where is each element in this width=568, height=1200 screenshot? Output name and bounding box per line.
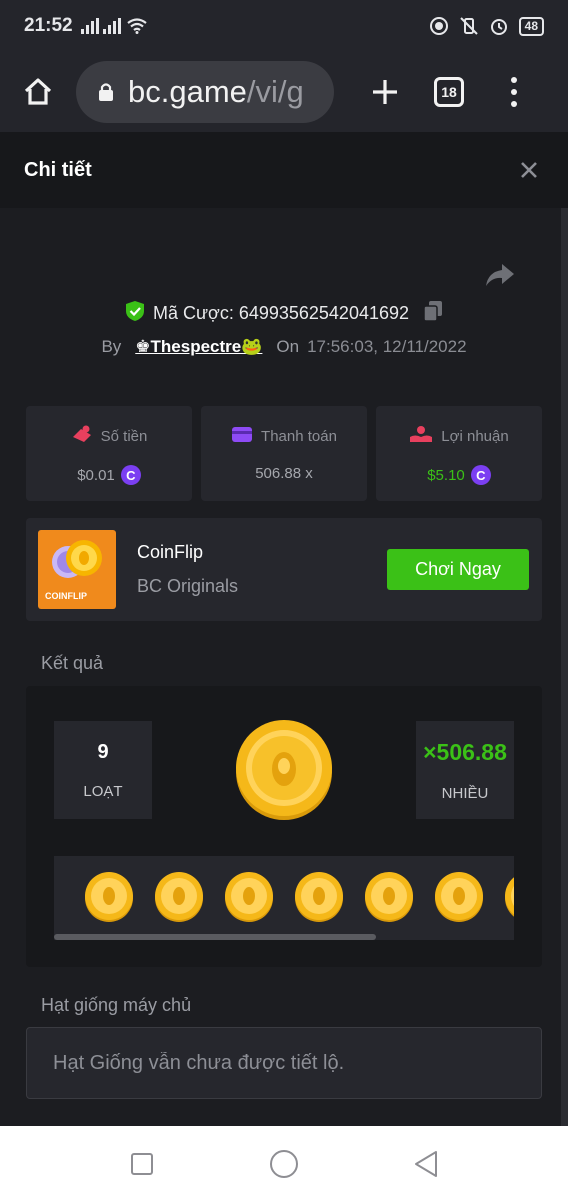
stat-label: Thanh toán [261, 427, 337, 445]
stat-card-amount: Số tiền $0.01 C [26, 406, 192, 501]
screen-record-icon [429, 16, 449, 36]
stat-value: $5.10 [427, 466, 465, 484]
result-coin-icon [236, 720, 332, 820]
strip-scrollbar[interactable] [54, 934, 376, 940]
series-value: 9 [97, 741, 109, 763]
small-coin-icon [435, 872, 483, 922]
system-nav-bar [0, 1126, 568, 1200]
vibrate-off-icon [459, 16, 479, 36]
game-thumbnail[interactable]: COINFLIP [38, 530, 116, 609]
stat-value: 506.88 x [255, 465, 313, 482]
back-button[interactable] [410, 1148, 442, 1180]
username-link[interactable]: ♚Thespectre🐸 [135, 337, 262, 357]
status-time: 21:52 [24, 15, 73, 36]
square-icon [131, 1153, 153, 1175]
small-coin-icon [155, 872, 203, 922]
small-coin-icon [85, 872, 133, 922]
stat-label: Lợi nhuận [441, 427, 509, 445]
stat-card-payout: Thanh toán 506.88 x [201, 406, 367, 501]
tab-switcher-button[interactable]: 18 [434, 77, 464, 107]
game-card: COINFLIP CoinFlip BC Originals Chơi Ngay [26, 518, 542, 621]
server-seed-field[interactable] [26, 1027, 542, 1099]
stat-value: $0.01 [77, 466, 115, 484]
share-icon[interactable] [484, 262, 516, 293]
signal-icon [80, 18, 99, 34]
shield-check-icon [125, 300, 145, 327]
circle-icon [270, 1150, 298, 1178]
game-provider: BC Originals [137, 576, 239, 596]
play-now-button[interactable]: Chơi Ngay [387, 549, 529, 590]
series-box: 9 LOẠT [54, 721, 152, 819]
stat-label: Số tiền [100, 427, 148, 445]
bet-author-row: By ♚Thespectre🐸 On 17:56:03, 12/11/2022 [0, 337, 568, 357]
bet-id-label: Mã Cược: [152, 303, 234, 323]
home-nav-button[interactable] [268, 1148, 300, 1180]
small-coin-icon [295, 872, 343, 922]
on-label: On [276, 337, 300, 356]
copy-icon[interactable] [423, 300, 443, 327]
url-path: /vi/g [246, 74, 304, 109]
browser-menu-button[interactable] [494, 67, 534, 117]
result-panel: 9 LOẠT ×506.88 NHIỀU [26, 686, 542, 967]
lock-icon [98, 82, 114, 102]
game-name: CoinFlip [137, 542, 204, 562]
small-coin-icon [505, 877, 514, 917]
browser-toolbar: bc.game/vi/g 18 [0, 52, 568, 132]
coin-row [84, 870, 514, 922]
page-title: Chi tiết [24, 158, 92, 181]
close-icon [521, 162, 537, 178]
bet-amount-icon [71, 425, 93, 447]
multiplier-box: ×506.88 NHIỀU [416, 721, 514, 819]
back-triangle-icon [415, 1151, 437, 1177]
small-coin-icon [225, 872, 273, 922]
recents-button[interactable] [126, 1148, 158, 1180]
bet-id-value: 64993562542041692 [238, 303, 410, 323]
detail-header: Chi tiết [0, 132, 568, 208]
bet-id-row: Mã Cược: 64993562542041692 [0, 300, 568, 327]
home-icon [24, 78, 52, 105]
result-section-label: Kết quả [41, 653, 104, 673]
bc-coin-icon: C [120, 465, 141, 485]
home-button[interactable] [8, 62, 68, 122]
wallet-icon [231, 425, 253, 447]
bet-datetime: 17:56:03, 12/11/2022 [307, 337, 467, 356]
battery-icon: 48 [518, 16, 544, 36]
by-label: By [101, 337, 122, 356]
profit-icon [409, 425, 433, 447]
flip-history-strip[interactable] [54, 856, 514, 940]
game-thumb-label: COINFLIP [45, 591, 87, 601]
signal-icon [102, 18, 121, 34]
url-bar[interactable]: bc.game/vi/g [76, 61, 334, 123]
multiplier-value: ×506.88 [423, 739, 507, 765]
multiplier-label: NHIỀU [441, 785, 489, 802]
close-button[interactable] [514, 155, 544, 185]
seed-section-label: Hạt giống máy chủ [41, 995, 192, 1015]
alarm-icon [489, 16, 509, 36]
series-label: LOẠT [83, 783, 123, 800]
new-tab-button[interactable] [360, 67, 410, 117]
wifi-icon [126, 16, 147, 36]
small-coin-icon [365, 872, 413, 922]
plus-icon [373, 80, 397, 104]
stat-card-profit: Lợi nhuận $5.10 C [376, 406, 542, 501]
bc-coin-icon: C [470, 465, 491, 485]
url-host: bc.game [128, 74, 247, 109]
status-bar: 21:52 48 [0, 0, 568, 52]
